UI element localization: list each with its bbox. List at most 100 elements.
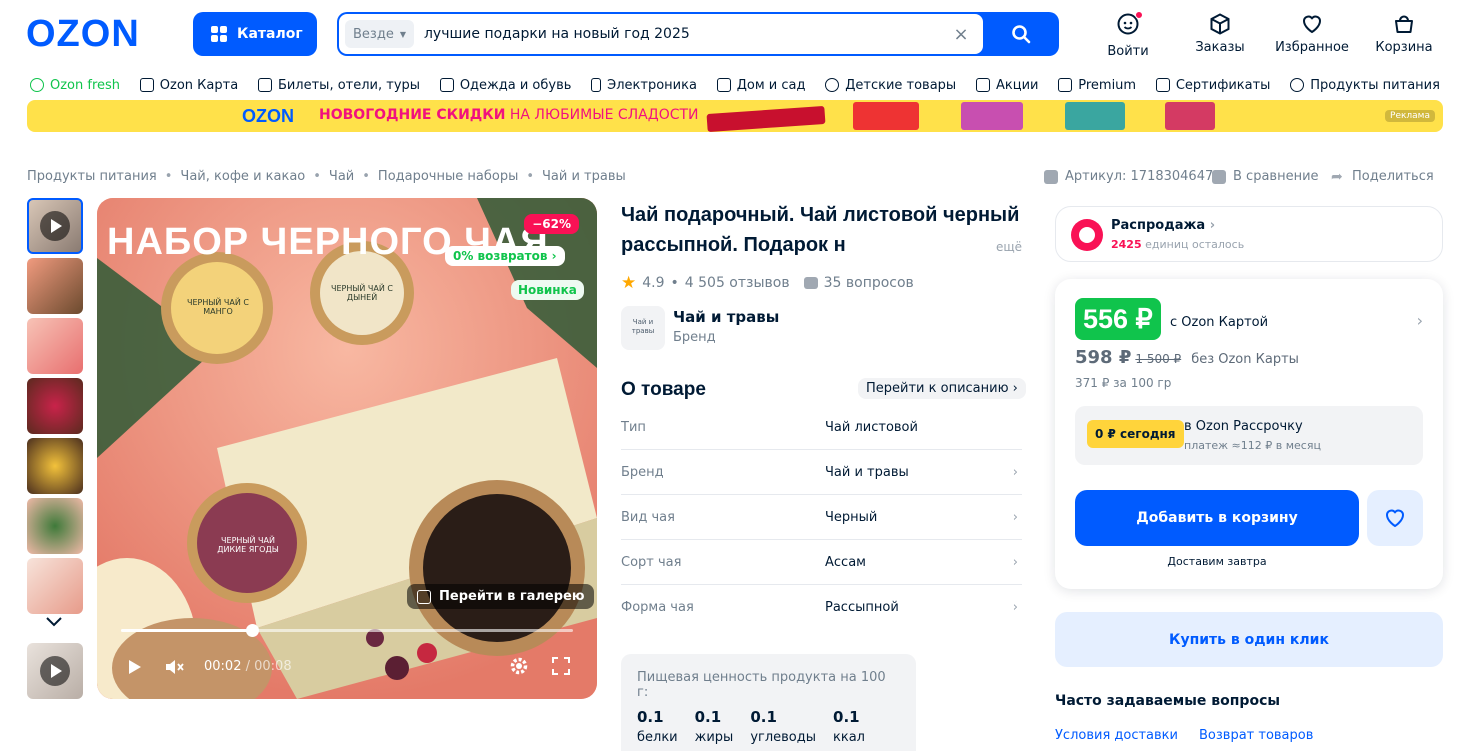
breadcrumb-item[interactable]: Продукты питания xyxy=(27,169,157,184)
search-bar: Везде ▼ лучшие подарки на новый год 2025… xyxy=(337,12,1059,56)
brand-logo[interactable]: Чай и травы xyxy=(621,306,665,350)
box-icon xyxy=(1210,13,1230,35)
thumbnail[interactable] xyxy=(27,258,83,314)
favorite-button[interactable] xyxy=(1367,490,1423,546)
nav-item-kids[interactable]: Детские товары xyxy=(825,74,956,96)
chevron-down-icon[interactable] xyxy=(44,612,64,632)
star-icon: ★ xyxy=(621,273,637,293)
clear-icon[interactable]: × xyxy=(949,24,973,45)
brand-name[interactable]: Чай и травы xyxy=(673,308,779,326)
nav-item-ozon-card[interactable]: Ozon Карта xyxy=(139,74,238,96)
rating-summary: ★ 4.9 • 4 505 отзывов 35 вопросов xyxy=(621,273,914,293)
spec-row[interactable]: Сорт чая Ассам › xyxy=(621,540,1022,585)
nav-item-promo[interactable]: Акции xyxy=(975,74,1038,96)
search-button[interactable] xyxy=(983,12,1059,56)
title-more-link[interactable]: ещё xyxy=(996,240,1022,254)
breadcrumb-item[interactable]: Чай и травы xyxy=(542,169,626,184)
favorites-button[interactable]: Избранное xyxy=(1272,12,1352,60)
faq-link-returns[interactable]: Возврат товаров xyxy=(1199,728,1313,743)
share-button[interactable]: ➦ Поделиться xyxy=(1331,169,1434,184)
faq-link-delivery[interactable]: Условия доставки xyxy=(1055,728,1178,743)
video-progress-fill xyxy=(121,629,253,632)
installment-subtitle: платеж ≈112 ₽ в месяц xyxy=(1184,439,1321,452)
breadcrumb-item[interactable]: Подарочные наборы xyxy=(378,169,518,184)
nutrition-title: Пищевая ценность продукта на 100 г: xyxy=(637,670,886,700)
nutrition-item: 0.1 белки xyxy=(637,708,678,745)
basket-icon xyxy=(1395,15,1413,33)
mute-icon[interactable] xyxy=(165,658,185,676)
thumbnail[interactable] xyxy=(27,378,83,434)
question-icon xyxy=(803,277,818,289)
sale-block[interactable]: Распродажа › 2425 единиц осталось xyxy=(1055,206,1443,262)
search-input[interactable]: лучшие подарки на новый год 2025 xyxy=(424,26,949,42)
compare-button[interactable]: В сравнение xyxy=(1212,169,1319,184)
rating-value: 4.9 xyxy=(642,275,665,291)
grid-icon xyxy=(211,26,227,42)
questions-link[interactable]: 35 вопросов xyxy=(824,275,914,291)
product-video[interactable]: ЧЕРНЫЙ ЧАЙ С МАНГО ЧЕРНЫЙ ЧАЙ С ДЫНЕЙ ЧЕ… xyxy=(97,198,597,699)
nav-item-ozon-fresh[interactable]: Ozon fresh xyxy=(30,74,120,96)
spec-row[interactable]: Форма чая Рассыпной › xyxy=(621,585,1022,630)
old-price: 1 500 ₽ xyxy=(1135,352,1182,366)
fullscreen-icon[interactable] xyxy=(552,657,570,675)
video-progress-knob[interactable] xyxy=(246,624,260,637)
thumbnail[interactable] xyxy=(27,318,83,374)
nav-item-certificates[interactable]: Сертификаты xyxy=(1155,74,1270,96)
gallery-button[interactable]: Перейти в галерею xyxy=(407,584,594,609)
search-scope-select[interactable]: Везде ▼ xyxy=(345,20,414,48)
returns-badge[interactable]: 0% возвратов › xyxy=(445,246,565,266)
chevron-right-icon: › xyxy=(1012,464,1018,480)
chevron-right-icon[interactable]: › xyxy=(1417,311,1423,330)
thumbnail-video[interactable] xyxy=(27,198,83,254)
play-icon[interactable] xyxy=(125,658,143,676)
buy-one-click-button[interactable]: Купить в один клик xyxy=(1055,612,1443,667)
spec-row[interactable]: Вид чая Черный › xyxy=(621,495,1022,540)
go-to-description-button[interactable]: Перейти к описанию › xyxy=(858,378,1026,399)
ozon-card-price[interactable]: 556 ₽ xyxy=(1075,298,1161,340)
nav-item-home[interactable]: Дом и сад xyxy=(716,74,805,96)
banner-product-image xyxy=(1065,102,1125,130)
promo-banner[interactable]: OZON НОВОГОДНИЕ СКИДКИ НА ЛЮБИМЫЕ СЛАДОС… xyxy=(27,100,1443,132)
orders-button[interactable]: Заказы xyxy=(1180,12,1260,60)
spec-row[interactable]: Бренд Чай и травы › xyxy=(621,450,1022,495)
chevron-right-icon: › xyxy=(1012,600,1018,615)
percent-icon xyxy=(975,78,990,92)
crown-icon xyxy=(1058,78,1073,92)
nav-item-food[interactable]: Продукты питания xyxy=(1290,74,1440,96)
discount-badge: −62% xyxy=(524,214,579,234)
thumbnail-video[interactable] xyxy=(27,643,83,699)
nav-item-electronics[interactable]: Электроника xyxy=(591,74,697,96)
thumbnail[interactable] xyxy=(27,498,83,554)
catalog-label: Каталог xyxy=(237,26,303,42)
banner-product-image xyxy=(961,102,1023,130)
breadcrumb: Продукты питания • Чай, кофе и какао • Чай… xyxy=(27,169,626,184)
nav-item-clothes[interactable]: Одежда и обувь xyxy=(439,74,571,96)
reviews-link[interactable]: 4 505 отзывов xyxy=(685,275,790,291)
jar-labels: ЧЕРНЫЙ ЧАЙ С МАНГО ЧЕРНЫЙ ЧАЙ С ДЫНЕЙ ЧЕ… xyxy=(97,198,597,699)
chevron-right-icon: › xyxy=(1012,554,1018,570)
video-progress-bar[interactable] xyxy=(121,624,573,637)
installment-block[interactable]: 0 ₽ сегодня в Ozon Рассрочку платеж ≈112… xyxy=(1075,406,1423,465)
nav-item-premium[interactable]: Premium xyxy=(1058,74,1136,96)
play-icon xyxy=(40,656,70,686)
thumbnail[interactable] xyxy=(27,438,83,494)
spec-list: Тип Чай листовой Бренд Чай и травы › Вид ча… xyxy=(621,405,1022,630)
login-button[interactable]: Войти xyxy=(1088,11,1168,60)
cart-button[interactable]: Корзина xyxy=(1364,12,1444,60)
breadcrumb-item[interactable]: Чай xyxy=(329,169,354,184)
brand-label: Бренд xyxy=(673,330,716,345)
ozon-logo[interactable]: OZON xyxy=(26,14,158,54)
phone-icon xyxy=(591,78,602,92)
sku-copy[interactable]: Артикул: 1718304647 xyxy=(1044,169,1213,184)
chevron-down-icon: ▼ xyxy=(399,29,406,39)
nutrition-item: 0.1 ккал xyxy=(833,708,865,745)
nutrition-panel: Пищевая ценность продукта на 100 г: 0.1 б… xyxy=(621,654,916,751)
breadcrumb-item[interactable]: Чай, кофе и какао xyxy=(180,169,305,184)
add-to-cart-button[interactable]: Добавить в корзину xyxy=(1075,490,1359,546)
gift-icon xyxy=(1155,78,1170,92)
thumbnail[interactable] xyxy=(27,558,83,614)
catalog-button[interactable]: Каталог xyxy=(193,12,317,56)
settings-gear-icon[interactable] xyxy=(510,657,528,675)
nav-item-travel[interactable]: Билеты, отели, туры xyxy=(257,74,420,96)
heart-icon xyxy=(1385,509,1405,528)
